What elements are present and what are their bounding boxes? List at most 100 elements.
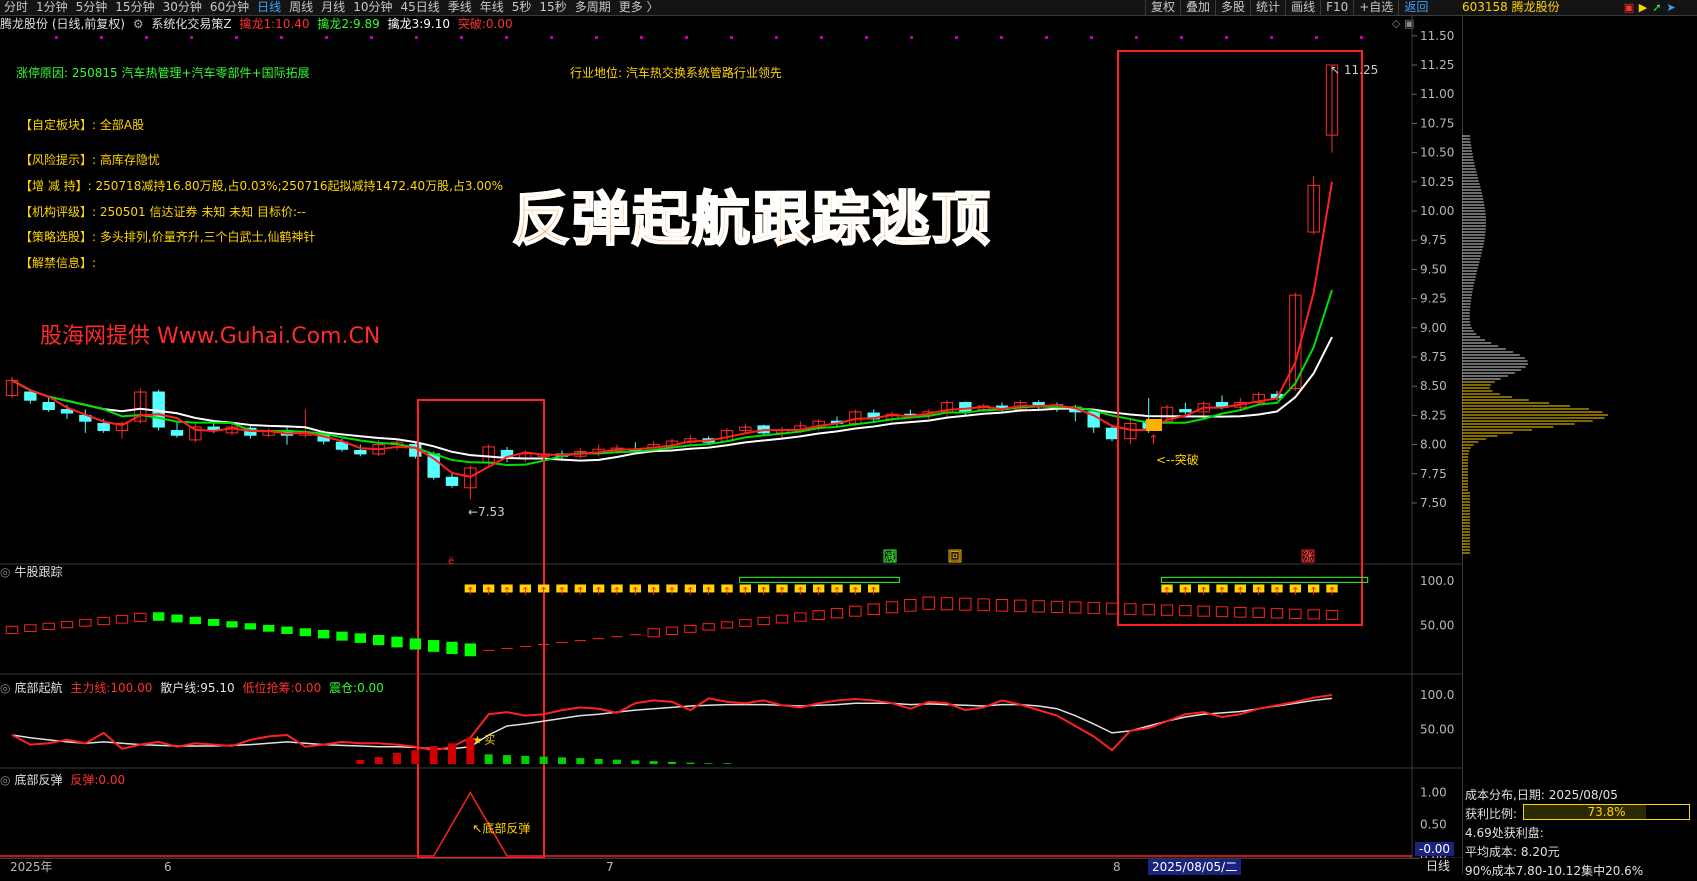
arrow-icon[interactable]: ➚ [1650, 0, 1664, 15]
period-tab-14[interactable]: 15秒 [539, 0, 566, 15]
period-tab-11[interactable]: 季线 [448, 0, 472, 15]
rebound-value: 0.00 [98, 773, 126, 787]
shake-bar-36 [668, 761, 676, 764]
toolbar-button-5[interactable]: F10 [1320, 0, 1353, 15]
period-tab-5[interactable]: 60分钟 [210, 0, 249, 15]
period-tab-13[interactable]: 5秒 [512, 0, 532, 15]
signal-dot-17 [820, 36, 823, 39]
period-tab-1[interactable]: 1分钟 [36, 0, 68, 15]
signal-dot-1 [100, 36, 103, 39]
low-buy-label: 低位抢筹: [242, 681, 295, 695]
trend-box-23 [427, 640, 440, 652]
signal-dot-20 [955, 36, 958, 39]
signal-dot-12 [595, 36, 598, 39]
trend-box-71 [1307, 609, 1320, 620]
layout-icon[interactable]: ▣ [1622, 0, 1636, 15]
high-price-label: ↖ 11.25 [1330, 63, 1378, 77]
shake-label: 震仓: [329, 681, 358, 695]
panel4-toggle-icon[interactable]: ◎ [0, 773, 10, 787]
trend-box-3 [60, 620, 74, 629]
cost-range-line: 90%成本7.80-10.12集中20.6% [1465, 864, 1644, 878]
date-month-8: 8 [1113, 860, 1121, 874]
panel2-toggle-icon[interactable]: ◎ [0, 565, 10, 579]
send-icon[interactable]: ➤ [1664, 0, 1678, 15]
toolbar-button-1[interactable]: 叠加 [1180, 0, 1215, 15]
cost-info: 成本分布,日期: 2025/08/05 获利比例: 4.69处获利盘: 平均成本… [1465, 786, 1643, 881]
toolbar-button-7[interactable]: 返回 [1398, 0, 1433, 15]
trend-box-13 [244, 623, 257, 630]
period-tab-7[interactable]: 周线 [289, 0, 313, 15]
signal-arrow-33: ↑ [612, 585, 621, 598]
candle-body-23 [427, 453, 440, 478]
price-tick-0: 11.50 [1420, 29, 1454, 43]
period-tab-0[interactable]: 分时 [4, 0, 28, 15]
rebound-line [0, 791, 1412, 857]
price-tick-9: 9.25 [1420, 292, 1447, 306]
shake-value: 0.00 [357, 681, 384, 695]
trend-box-57 [1050, 600, 1064, 614]
period-tab-10[interactable]: 45日线 [400, 0, 439, 15]
chart-area[interactable]: 11.50 11.25 11.00 10.75 10.50 10.25 10.00 9.75 9… [0, 16, 1462, 858]
period-tab-4[interactable]: 30分钟 [163, 0, 202, 15]
toolbar-button-0[interactable]: 复权 [1145, 0, 1180, 15]
candle-body-2 [42, 402, 55, 411]
candle-body-5 [97, 423, 110, 432]
toolbar-button-4[interactable]: 画线 [1285, 0, 1320, 15]
timeframe-label[interactable]: 日线 [1426, 858, 1450, 874]
signal-arrow-71: ↑ [1309, 585, 1318, 598]
trend-box-21 [391, 636, 403, 648]
p3-tick-100: 100.0 [1420, 688, 1454, 702]
signal-arrow-25: ↑ [466, 585, 475, 598]
price-tick-11: 8.75 [1420, 350, 1447, 364]
price-tick-12: 8.50 [1420, 379, 1447, 393]
period-tab-16[interactable]: 更多 〉 [619, 0, 659, 15]
period-tab-15[interactable]: 多周期 [575, 0, 611, 15]
signal-arrow-41: ↑ [759, 585, 768, 598]
profit-label: 获利比例: [1465, 807, 1518, 821]
signal-dot-25 [1180, 36, 1183, 39]
main-line-value: 100.00 [110, 681, 153, 695]
trend-box-68 [1252, 607, 1265, 619]
price-tick-8: 9.50 [1420, 262, 1447, 276]
signal-dot-5 [280, 36, 283, 39]
signal-dot-23 [1090, 36, 1093, 39]
green-bracket-1 [739, 576, 900, 583]
trend-box-15 [281, 626, 293, 634]
signal-arrow-30: ↑ [557, 585, 566, 598]
trend-box-10 [189, 616, 202, 625]
price-tick-2: 11.00 [1420, 87, 1454, 101]
period-tab-6[interactable]: 日线 [257, 0, 281, 15]
period-tab-12[interactable]: 年线 [480, 0, 504, 15]
period-tab-3[interactable]: 15分钟 [115, 0, 154, 15]
signal-arrow-37: ↑ [686, 585, 695, 598]
panel3-toggle-icon[interactable]: ◎ [0, 681, 10, 695]
flag-icon[interactable]: ▶ [1636, 0, 1650, 15]
current-value-marker: -0.00 [1415, 842, 1455, 856]
trend-box-72 [1325, 609, 1339, 620]
toolbar-button-6[interactable]: +自选 [1353, 0, 1398, 15]
trend-box-58 [1069, 601, 1082, 614]
candle-body-64 [1179, 409, 1192, 413]
trend-box-4 [79, 618, 92, 627]
top-icons: ▣ ▶ ➚ ➤ [1622, 0, 1678, 15]
toolbar-button-2[interactable]: 多股 [1215, 0, 1250, 15]
signal-dot-21 [1000, 36, 1003, 39]
shake-bar-35 [649, 761, 658, 764]
period-tab-2[interactable]: 5分钟 [76, 0, 108, 15]
signal-arrow-34: ↑ [631, 585, 640, 598]
period-tab-9[interactable]: 10分钟 [353, 0, 392, 15]
trend-box-55 [1014, 599, 1027, 613]
trend-box-37 [684, 624, 697, 633]
shake-bar-32 [594, 758, 603, 764]
signal-arrow-44: ↑ [814, 585, 823, 598]
shake-bar-38 [704, 763, 713, 764]
trend-box-16 [299, 628, 312, 637]
signal-arrow-36: ↑ [667, 585, 676, 598]
signal-arrow-42: ↑ [777, 585, 786, 598]
trend-box-61 [1124, 603, 1137, 615]
candle-body-9 [170, 430, 184, 436]
trend-box-69 [1270, 608, 1284, 619]
period-tab-8[interactable]: 月线 [321, 0, 345, 15]
trend-box-35 [647, 628, 660, 638]
toolbar-button-3[interactable]: 统计 [1250, 0, 1285, 15]
